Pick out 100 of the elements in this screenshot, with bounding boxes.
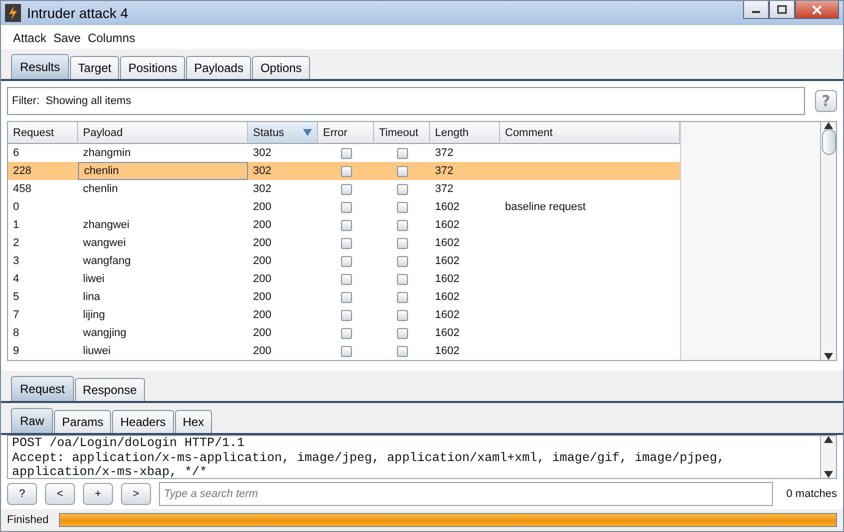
scroll-thumb[interactable]	[822, 129, 836, 156]
maximize-icon	[777, 5, 787, 14]
checkbox[interactable]	[396, 292, 408, 303]
table-cell-text: 9	[12, 344, 20, 360]
table-cell-text: 4	[12, 272, 20, 288]
view-tab[interactable]: Params	[54, 410, 112, 434]
checkbox[interactable]	[340, 292, 352, 303]
table-cell-text: 200	[252, 308, 272, 324]
search-nav-button[interactable]: <	[45, 483, 75, 506]
results-tab[interactable]: Positions	[120, 56, 186, 80]
checkbox[interactable]	[396, 202, 408, 213]
table-cell-text: lina	[82, 290, 102, 306]
search-nav-button[interactable]: ?	[7, 483, 37, 506]
message-tab[interactable]: Request	[11, 376, 74, 402]
minimize-button[interactable]	[743, 1, 769, 19]
checkbox[interactable]	[396, 256, 408, 267]
table-cell-text: 1602	[434, 308, 460, 324]
table-cell-text: 0	[12, 200, 20, 216]
table-cell-text: 1602	[434, 326, 460, 342]
checkbox[interactable]	[396, 346, 408, 357]
filter-text: Filter: Showing all items	[12, 95, 132, 108]
search-nav-button[interactable]: >	[121, 483, 151, 506]
column-header[interactable]: Status	[248, 122, 318, 144]
maximize-button[interactable]	[769, 1, 795, 19]
checkbox[interactable]	[340, 238, 352, 249]
checkbox[interactable]	[340, 166, 352, 177]
menu-item[interactable]: Columns	[88, 31, 136, 46]
table-cell-text: 372	[434, 164, 454, 180]
menu-item[interactable]: Save	[53, 31, 81, 46]
table-cell-text: 8	[12, 326, 20, 342]
scrollbar[interactable]	[820, 436, 836, 478]
results-tab[interactable]: Target	[70, 56, 120, 80]
column-header[interactable]: Timeout	[374, 122, 430, 144]
checkbox[interactable]	[396, 328, 408, 339]
table-cell-text: 200	[252, 254, 272, 270]
table-cell-text: 1602	[434, 254, 460, 270]
table-cell-text: 302	[252, 146, 272, 162]
checkbox[interactable]	[396, 238, 408, 249]
checkbox[interactable]	[340, 220, 352, 231]
table-cell-text: 302	[252, 182, 272, 198]
view-tab[interactable]: Raw	[11, 408, 54, 434]
scroll-down-icon[interactable]	[824, 353, 833, 360]
search-field[interactable]: Type a search term	[159, 482, 773, 506]
checkbox[interactable]	[340, 184, 352, 195]
column-header[interactable]: Request	[8, 122, 78, 144]
view-tab[interactable]: Hex	[174, 410, 212, 434]
checkbox[interactable]	[396, 166, 408, 177]
table-cell-text: 228	[12, 164, 32, 180]
results-tab[interactable]: Results	[11, 54, 70, 80]
view-tab[interactable]: Headers	[112, 410, 174, 434]
status-text: Finished	[7, 514, 49, 526]
table-cell-text: baseline request	[504, 200, 587, 216]
table-cell-text: 5	[12, 290, 20, 306]
table-cell-text: liuwei	[82, 344, 112, 360]
checkbox[interactable]	[340, 256, 352, 267]
checkbox[interactable]	[340, 202, 352, 213]
table-cell-text: 1	[12, 218, 20, 234]
window-title: Intruder attack 4	[27, 4, 128, 21]
results-tab[interactable]: Payloads	[186, 56, 252, 80]
table-cell-text: 6	[12, 146, 20, 162]
table-cell-text: liwei	[82, 272, 106, 288]
checkbox[interactable]	[396, 148, 408, 159]
table-cell: chenlin	[78, 162, 248, 180]
checkbox[interactable]	[396, 274, 408, 285]
table-cell-text: zhangmin	[82, 146, 132, 162]
checkbox[interactable]	[396, 184, 408, 195]
table-cell-text: 372	[434, 146, 454, 162]
checkbox[interactable]	[396, 220, 408, 231]
table-cell-text: lijing	[82, 308, 106, 324]
checkbox[interactable]	[340, 346, 352, 357]
close-button[interactable]	[795, 1, 839, 19]
checkbox[interactable]	[396, 310, 408, 321]
search-nav-button[interactable]: +	[83, 483, 113, 506]
table-cell-text: 200	[252, 236, 272, 252]
scroll-up-icon[interactable]	[824, 436, 833, 444]
table-cell-text: 200	[252, 290, 272, 306]
table-cell-text: 200	[252, 326, 272, 342]
table-cell-text: 1602	[434, 218, 460, 234]
results-tab[interactable]: Options	[252, 56, 310, 80]
scrollbar[interactable]	[820, 122, 836, 360]
table-cell-text: 1602	[434, 200, 460, 216]
checkbox[interactable]	[340, 328, 352, 339]
menu-item[interactable]: Attack	[13, 31, 46, 46]
column-header[interactable]: Length	[430, 122, 500, 144]
table-cell-text: wangfang	[82, 254, 132, 270]
checkbox[interactable]	[340, 310, 352, 321]
column-header[interactable]: Error	[318, 122, 374, 144]
scroll-down-icon[interactable]	[824, 471, 833, 478]
table-cell-text: 1602	[434, 236, 460, 252]
column-header[interactable]: Comment	[500, 122, 680, 144]
checkbox[interactable]	[340, 148, 352, 159]
table-row[interactable]: 228 chenlin 302 372	[8, 162, 680, 180]
table-cell-text: wangwei	[82, 236, 127, 252]
match-count: 0 matches	[786, 488, 837, 500]
message-tab[interactable]: Response	[74, 378, 145, 402]
checkbox[interactable]	[340, 274, 352, 285]
table-cell-text: wangjing	[82, 326, 128, 342]
filter-bar[interactable]: Filter: Showing all items	[7, 87, 805, 116]
table-cell-text: 3	[12, 254, 20, 270]
column-header[interactable]: Payload	[78, 122, 248, 144]
